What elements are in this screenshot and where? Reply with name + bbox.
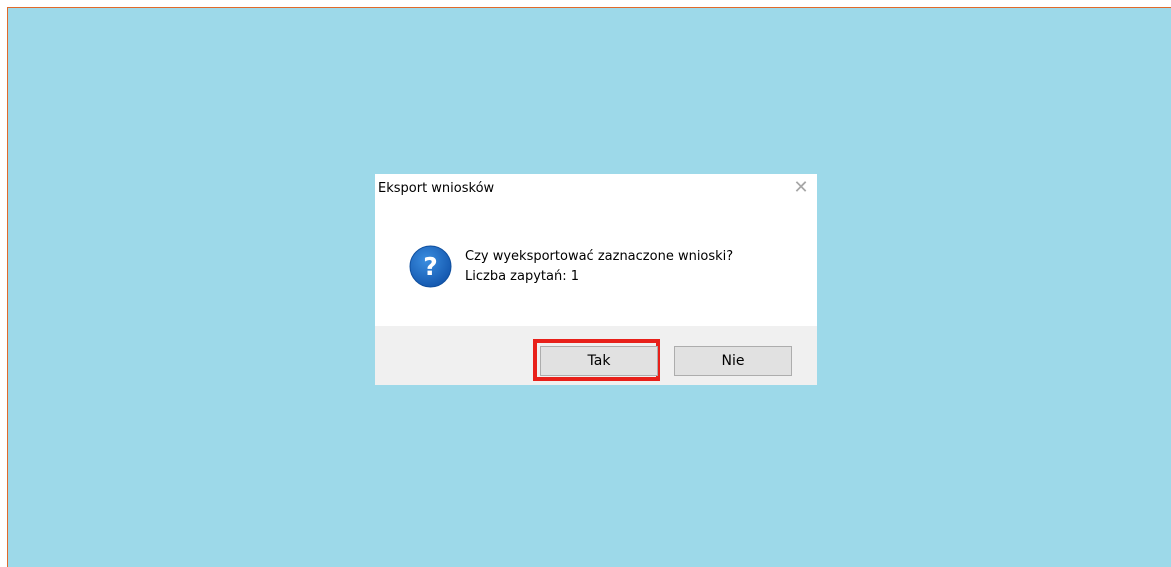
dialog-message: Czy wyeksportować zaznaczone wnioski? Li… [465,247,733,287]
question-icon: ? [409,245,452,288]
desktop-background: Eksport wniosków ✕ ? Czy wyeksportować z… [7,7,1171,567]
export-confirm-dialog: Eksport wniosków ✕ ? Czy wyeksportować z… [375,174,817,385]
dialog-title: Eksport wniosków [378,181,495,196]
yes-button[interactable]: Tak [540,346,658,376]
dialog-footer: Tak Nie [375,326,817,385]
message-line-2: Liczba zapytań: 1 [465,269,579,284]
svg-text:?: ? [423,252,438,281]
no-button[interactable]: Nie [674,346,792,376]
close-icon[interactable]: ✕ [791,178,811,198]
message-line-1: Czy wyeksportować zaznaczone wnioski? [465,249,734,264]
